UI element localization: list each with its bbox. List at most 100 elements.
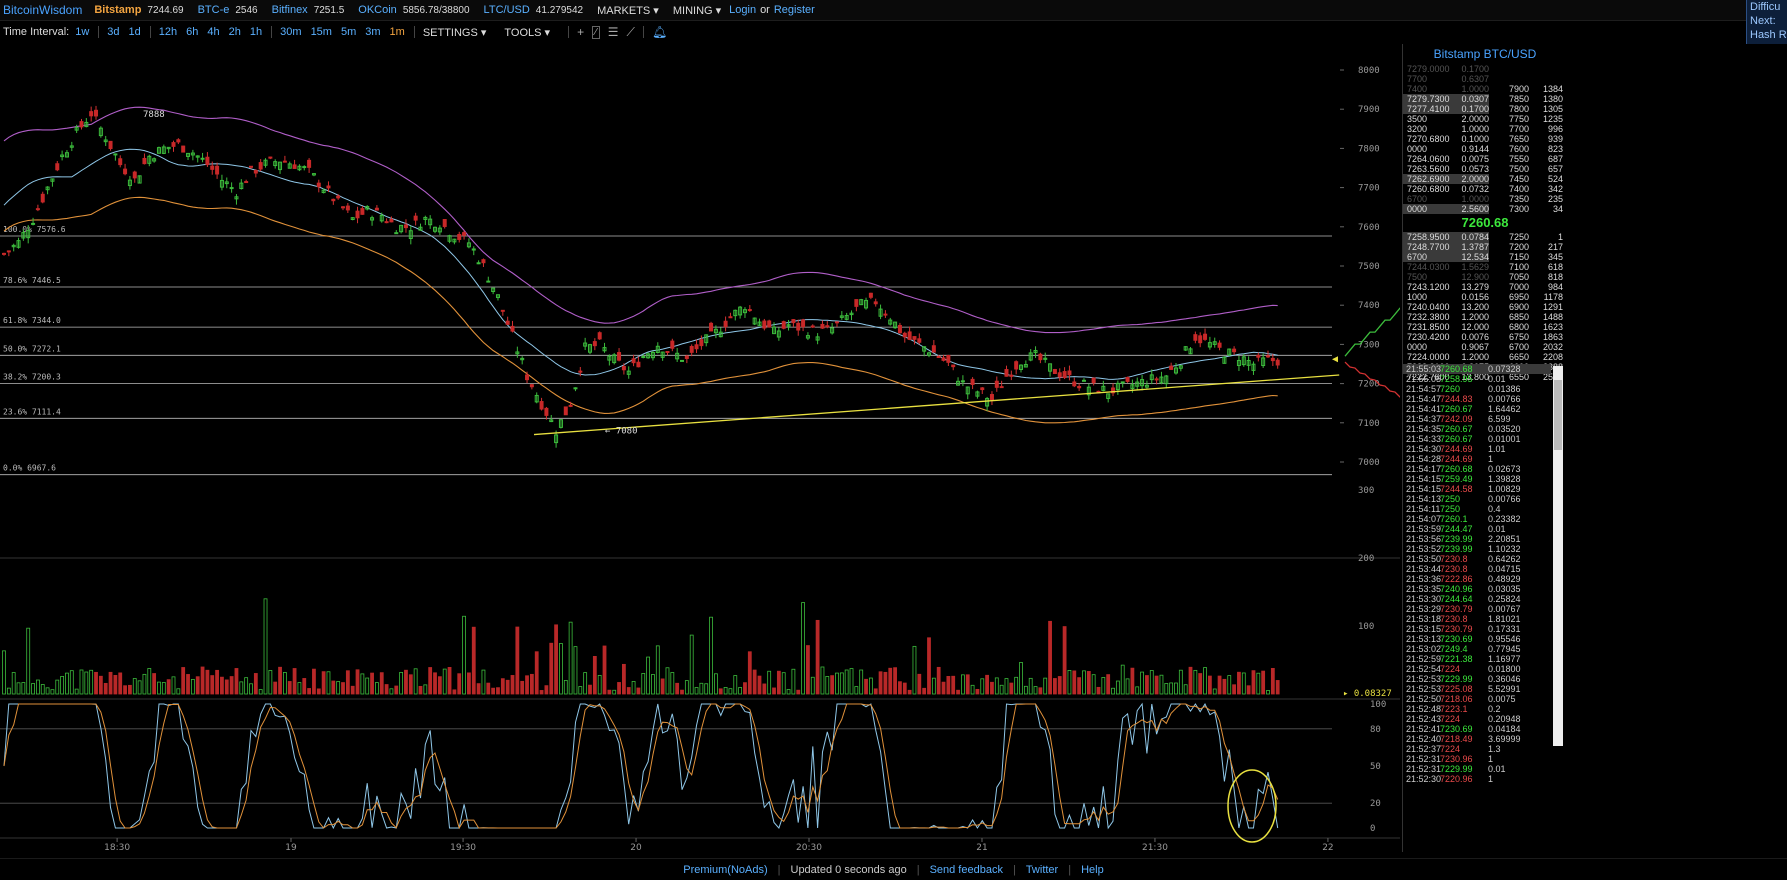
volume-bar	[1149, 670, 1154, 695]
trade-cell: 21:52:54	[1406, 664, 1442, 674]
login-link[interactable]: Login	[729, 4, 756, 16]
candle-body	[960, 380, 965, 383]
candle-body	[1091, 377, 1096, 384]
hlines-tool-icon[interactable]: ☰	[608, 25, 619, 39]
trade-cell: 21:55:03	[1406, 364, 1442, 374]
footer: Premium(NoAds) | Updated 0 seconds ago | S…	[0, 858, 1787, 880]
fibonacci-levels: 100.0% 7576.6 78.6% 7446.5 61.8% 7344.0 50.…	[0, 225, 1332, 476]
interval-4h[interactable]: 4h	[207, 26, 219, 38]
volume-bar	[1246, 685, 1251, 695]
interval-30m[interactable]: 30m	[280, 26, 301, 38]
interval-1h[interactable]: 1h	[250, 26, 262, 38]
bell-icon[interactable]: 🔔︎	[652, 25, 667, 39]
trade-row: 21:53:02 7249.4 0.77945	[1403, 644, 1551, 654]
trades-scrollbar[interactable]	[1553, 366, 1563, 746]
volume-bar	[1145, 675, 1149, 695]
bids-cell: 217	[1547, 242, 1563, 252]
market-bitstamp[interactable]: Bitstamp 7244.69	[94, 4, 183, 16]
trade-row: 21:54:17 7260.68 0.02673	[1403, 464, 1551, 474]
asks-cell: 0000	[1407, 144, 1428, 154]
volume-bar	[186, 674, 190, 695]
interval-3m[interactable]: 3m	[365, 26, 380, 38]
interval-15m[interactable]: 15m	[311, 26, 332, 38]
crosshair-icon[interactable]: +	[577, 25, 584, 39]
trade-cell: 0.03035	[1488, 584, 1521, 594]
volume-bar	[1101, 677, 1106, 695]
volume-bar	[810, 676, 815, 695]
help-link[interactable]: Help	[1081, 864, 1104, 876]
volume-bar	[631, 681, 636, 695]
volume-tick-label: 200	[1358, 554, 1374, 564]
volume-bar	[370, 672, 374, 695]
trade-cell: 21:52:48	[1406, 704, 1442, 714]
price-chart[interactable]: 100.0% 7576.6 78.6% 7446.5 61.8% 7344.0 50.…	[0, 44, 1400, 852]
trade-row: 21:54:33 7260.67 0.01001	[1403, 434, 1551, 444]
fib-label: 50.0% 7272.1	[3, 344, 61, 353]
tools-menu[interactable]: TOOLS ▾	[504, 26, 550, 39]
volume-bar	[428, 667, 433, 695]
interval-2h[interactable]: 2h	[229, 26, 241, 38]
register-link[interactable]: Register	[774, 4, 815, 16]
stoch-tick-label: 0	[1370, 824, 1375, 834]
interval-1m[interactable]: 1m	[390, 26, 405, 38]
bids-cell: 6850	[1508, 312, 1529, 322]
bids-row: 7224.0000 1.2000 6650 2208	[1403, 352, 1567, 362]
interval-6h[interactable]: 6h	[186, 26, 198, 38]
candle-body	[205, 156, 210, 166]
fib-tool-icon[interactable]: ⟋	[627, 25, 635, 40]
trend-line: 7888 ← 7080	[143, 110, 1340, 437]
premium-link[interactable]: Premium(NoAds)	[683, 864, 767, 876]
market-okcoin[interactable]: OKCoin 5856.78/38800	[358, 4, 469, 16]
volume-bar	[776, 670, 781, 695]
interval-12h[interactable]: 12h	[159, 26, 177, 38]
candle-body	[694, 344, 699, 350]
feedback-link[interactable]: Send feedback	[930, 864, 1003, 876]
candle-body	[917, 338, 922, 343]
price-tick-label: 8000	[1358, 66, 1380, 76]
interval-1d[interactable]: 1d	[129, 26, 141, 38]
market-btce[interactable]: BTC-e 2546	[198, 4, 258, 16]
volume-bar	[534, 651, 539, 695]
volume-bar	[539, 690, 544, 695]
volume-bar	[946, 675, 951, 695]
twitter-link[interactable]: Twitter	[1026, 864, 1058, 876]
trade-cell: 7260.68	[1440, 364, 1473, 374]
candle-body	[689, 346, 694, 353]
candle-body	[171, 142, 176, 147]
interval-1w[interactable]: 1w	[75, 26, 89, 38]
divider	[98, 26, 100, 38]
asks-cell: 0.0573	[1461, 164, 1489, 174]
volume-bar	[123, 685, 127, 695]
trade-cell: 5.52991	[1488, 684, 1521, 694]
candle-body	[873, 301, 878, 305]
settings-menu[interactable]: SETTINGS ▾	[423, 26, 487, 39]
interval-3d[interactable]: 3d	[107, 26, 119, 38]
order-book-title[interactable]: Bitstamp BTC/USD	[1403, 44, 1567, 64]
trade-cell: 0.07328	[1488, 364, 1521, 374]
trade-cell: 0.25824	[1488, 594, 1521, 604]
next-label: Next:	[1750, 15, 1776, 27]
asks-cell: 6700	[1407, 194, 1428, 204]
volume-bar	[1004, 678, 1009, 695]
asks-cell: 3500	[1407, 114, 1428, 124]
divider	[568, 26, 570, 38]
candle-body	[89, 111, 94, 117]
time-tick-label: 20	[630, 843, 642, 852]
market-ltcusd[interactable]: LTC/USD 41.279542	[484, 4, 584, 16]
scrollbar-thumb[interactable]	[1554, 380, 1562, 450]
bids-cell: 984	[1547, 282, 1563, 292]
candle-body	[762, 320, 767, 329]
volume-bar	[965, 674, 970, 695]
interval-5m[interactable]: 5m	[341, 26, 356, 38]
app-logo[interactable]: BitcoinWisdom	[3, 3, 82, 17]
mining-menu[interactable]: MINING ▾	[673, 4, 721, 17]
trade-cell: 0.20948	[1488, 714, 1521, 724]
volume-bar	[471, 626, 476, 695]
candle-body	[1275, 359, 1280, 366]
market-bitfinex[interactable]: Bitfinex 7251.5	[272, 4, 345, 16]
volume-bar	[1038, 687, 1043, 695]
markets-menu[interactable]: MARKETS ▾	[597, 4, 659, 17]
asks-cell: 687	[1547, 154, 1563, 164]
trade-row: 21:54:41 7260.67 1.64462	[1403, 404, 1551, 414]
line-tool-icon[interactable]: ⁄	[592, 25, 600, 39]
